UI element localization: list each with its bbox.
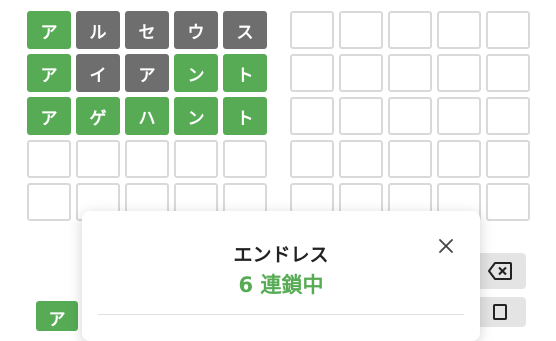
board-tile [174,140,218,178]
close-button[interactable] [432,232,460,260]
board-tile: ア [27,97,71,135]
board-tile: ト [223,54,267,92]
board-tile: セ [125,11,169,49]
board-tile: ン [174,97,218,135]
board-tile [290,140,334,178]
board-tile [339,97,383,135]
board-tile [388,140,432,178]
board-tile [27,140,71,178]
board-tile [125,140,169,178]
board-tile [76,140,120,178]
board-tile [339,11,383,49]
board-tile [437,11,481,49]
board-tile [290,97,334,135]
streak-count: 6 連鎖中 [238,273,324,297]
backspace-icon [488,262,512,280]
board-tile [388,54,432,92]
keyboard-key-a[interactable]: ア [36,301,78,331]
enter-icon [493,304,507,320]
board-tile [486,54,530,92]
board-tile: ル [76,11,120,49]
board-tile: ス [223,11,267,49]
board-tile [388,11,432,49]
board-tile [486,183,530,221]
enter-key[interactable] [474,297,526,327]
board-tile [290,54,334,92]
board-tile [486,11,530,49]
board-tile: ア [125,54,169,92]
board-tile: ン [174,54,218,92]
modal-divider [98,314,464,315]
board-tile [27,183,71,221]
close-icon [439,239,453,253]
board-tile [437,140,481,178]
modal-title: エンドレス [233,244,329,266]
board-tile: ア [27,11,71,49]
board-tile: ゲ [76,97,120,135]
game-board-right [290,11,530,221]
board-tile [339,54,383,92]
board-tile [290,11,334,49]
board-tile [486,97,530,135]
board-tile: ハ [125,97,169,135]
game-board-left: アルセウスアイアントアゲハント [27,11,267,221]
board-tile: ア [27,54,71,92]
board-tile [437,97,481,135]
board-tile: イ [76,54,120,92]
board-tile [437,54,481,92]
board-tile [388,97,432,135]
board-tile: ト [223,97,267,135]
board-tile [486,140,530,178]
backspace-key[interactable] [474,253,526,289]
board-tile [339,140,383,178]
result-modal: エンドレス 6 連鎖中 [82,211,480,341]
board-tile: ウ [174,11,218,49]
board-tile [223,140,267,178]
